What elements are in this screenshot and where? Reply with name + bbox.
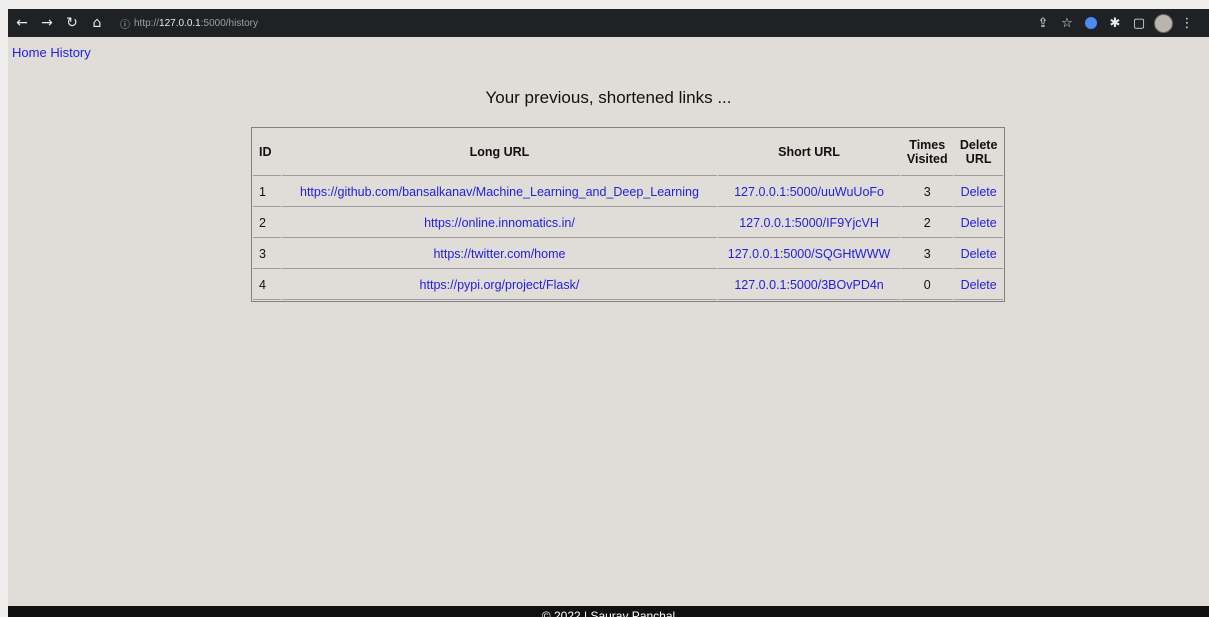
header-delete-url: Delete URL: [954, 129, 1003, 176]
row-delete: Delete: [954, 239, 1003, 269]
more-menu-icon[interactable]: ⋮: [1175, 12, 1199, 34]
long-url-link[interactable]: https://twitter.com/home: [433, 247, 565, 261]
row-long-url: https://pypi.org/project/Flask/: [282, 270, 717, 300]
page-title: Your previous, shortened links ...: [485, 88, 732, 107]
back-arrow-icon[interactable]: ←: [11, 12, 33, 34]
delete-link[interactable]: Delete: [961, 216, 997, 230]
header-times-visited-line2: Visited: [906, 152, 948, 166]
nav-home-link[interactable]: Home: [12, 45, 47, 60]
row-visits: 3: [901, 239, 954, 269]
nav-history-link[interactable]: History: [50, 45, 90, 60]
url-prefix: http://: [134, 17, 160, 29]
row-visits: 0: [901, 270, 954, 300]
forward-arrow-icon[interactable]: →: [36, 12, 58, 34]
row-long-url: https://twitter.com/home: [282, 239, 717, 269]
row-delete: Delete: [954, 270, 1003, 300]
row-id: 2: [253, 208, 281, 238]
row-delete: Delete: [954, 177, 1003, 207]
row-long-url: https://github.com/bansalkanav/Machine_L…: [282, 177, 717, 207]
history-table: ID Long URL Short URL Times Visited Dele…: [251, 127, 1005, 302]
row-short-url: 127.0.0.1:5000/IF9YjcVH: [717, 208, 901, 238]
extension-blue-icon[interactable]: [1079, 12, 1103, 34]
table-row: 3 https://twitter.com/home 127.0.0.1:500…: [253, 239, 1003, 269]
short-url-link[interactable]: 127.0.0.1:5000/SQGHtWWW: [728, 247, 891, 261]
long-url-link[interactable]: https://github.com/bansalkanav/Machine_L…: [300, 185, 699, 199]
header-long-url: Long URL: [282, 129, 717, 176]
site-info-icon[interactable]: ⓘ: [120, 16, 130, 31]
table-row: 4 https://pypi.org/project/Flask/ 127.0.…: [253, 270, 1003, 300]
long-url-link[interactable]: https://pypi.org/project/Flask/: [420, 278, 580, 292]
short-url-link[interactable]: 127.0.0.1:5000/uuWuUoFo: [734, 185, 884, 199]
browser-toolbar: ← → ↻ ⌂ ⓘ http://127.0.0.1:5000/history …: [8, 9, 1209, 37]
row-short-url: 127.0.0.1:5000/uuWuUoFo: [717, 177, 901, 207]
profile-avatar-icon[interactable]: [1151, 12, 1175, 34]
row-visits: 3: [901, 177, 954, 207]
reload-icon[interactable]: ↻: [61, 12, 83, 34]
side-panel-icon[interactable]: ▢: [1127, 12, 1151, 34]
header-short-url: Short URL: [717, 129, 901, 176]
header-delete-line2: URL: [965, 152, 992, 166]
row-long-url: https://online.innomatics.in/: [282, 208, 717, 238]
address-bar[interactable]: ⓘ http://127.0.0.1:5000/history: [116, 12, 286, 34]
top-nav: Home History: [12, 45, 91, 60]
row-id: 3: [253, 239, 281, 269]
short-url-link[interactable]: 127.0.0.1:5000/IF9YjcVH: [739, 216, 879, 230]
header-delete-line1: Delete: [959, 138, 998, 152]
header-id: ID: [253, 129, 281, 176]
header-times-visited: Times Visited: [901, 129, 954, 176]
browser-actions: ⇪ ☆ ✱ ▢ ⋮: [1031, 12, 1199, 34]
row-delete: Delete: [954, 208, 1003, 238]
long-url-link[interactable]: https://online.innomatics.in/: [424, 216, 575, 230]
delete-link[interactable]: Delete: [961, 185, 997, 199]
extensions-puzzle-icon[interactable]: ✱: [1103, 12, 1127, 34]
row-short-url: 127.0.0.1:5000/SQGHtWWW: [717, 239, 901, 269]
footer-text: © 2022 | Saurav Panchal: [541, 609, 676, 617]
row-short-url: 127.0.0.1:5000/3BOvPD4n: [717, 270, 901, 300]
url-rest: :5000/history: [200, 17, 258, 29]
header-times-visited-line1: Times: [909, 138, 946, 152]
table-header-row: ID Long URL Short URL Times Visited Dele…: [253, 129, 1003, 176]
row-id: 1: [253, 177, 281, 207]
share-icon[interactable]: ⇪: [1031, 12, 1055, 34]
short-url-link[interactable]: 127.0.0.1:5000/3BOvPD4n: [734, 278, 883, 292]
row-id: 4: [253, 270, 281, 300]
table-row: 2 https://online.innomatics.in/ 127.0.0.…: [253, 208, 1003, 238]
delete-link[interactable]: Delete: [961, 278, 997, 292]
table-row: 1 https://github.com/bansalkanav/Machine…: [253, 177, 1003, 207]
url-host: 127.0.0.1: [159, 17, 201, 29]
delete-link[interactable]: Delete: [961, 247, 997, 261]
home-icon[interactable]: ⌂: [86, 12, 108, 34]
page: Home History Your previous, shortened li…: [8, 37, 1209, 617]
footer: © 2022 | Saurav Panchal: [8, 606, 1209, 617]
row-visits: 2: [901, 208, 954, 238]
bookmark-star-icon[interactable]: ☆: [1055, 12, 1079, 34]
